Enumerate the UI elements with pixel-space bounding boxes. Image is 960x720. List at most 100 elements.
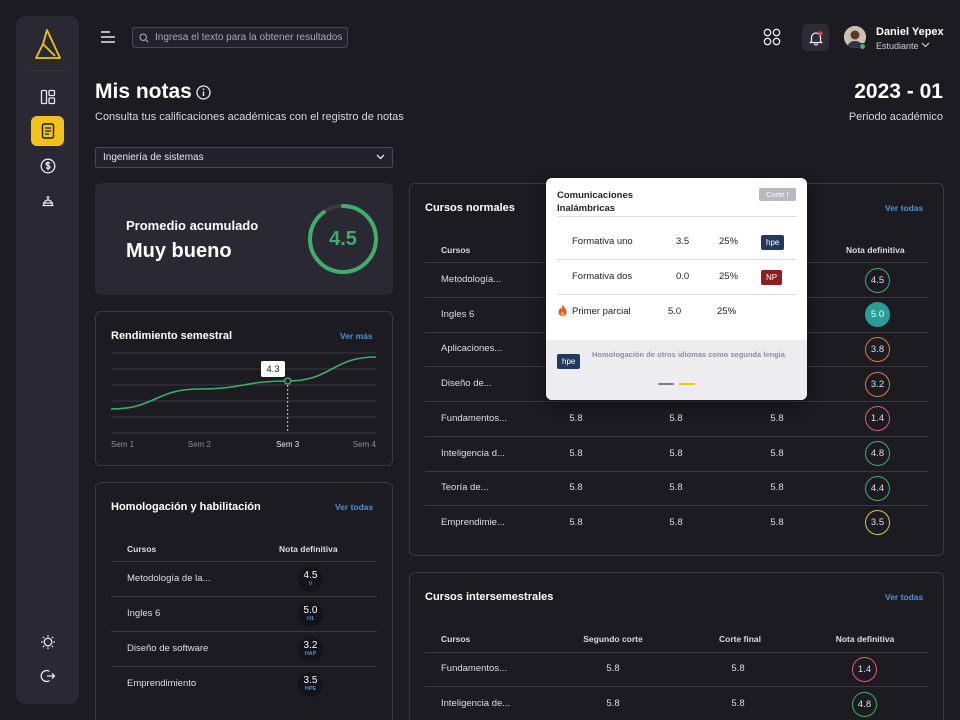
homologation-grade[interactable]: 3.5 HPE (298, 672, 323, 697)
sidebar-item-pagos[interactable] (31, 151, 64, 181)
divider (111, 596, 377, 597)
homologation-grade[interactable]: 5.0 H1 (298, 602, 323, 627)
intersem-courses-title: Cursos intersemestrales (425, 591, 554, 603)
homologation-course: Ingles 6 (127, 608, 161, 619)
homologation-course: Metodología de la... (127, 573, 211, 584)
course-name: Teoría de... (441, 482, 489, 494)
logout-button[interactable] (31, 661, 64, 691)
popup-item-grade: 5.0 (668, 306, 682, 317)
chart-tooltip-value: 4.3 (261, 361, 285, 377)
user-name: Daniel Yepex (876, 26, 944, 38)
popup-item-tag: hpe (761, 234, 785, 250)
homologation-grade[interactable]: 3.2 HAP (298, 637, 323, 662)
info-icon[interactable] (196, 85, 211, 100)
homologation-course: Emprendimiento (127, 678, 197, 689)
document-icon (41, 123, 54, 139)
sidebar-item-notas[interactable] (31, 116, 64, 146)
course-cut-grade: 5.8 (669, 412, 683, 424)
column-header: Cursos (127, 544, 157, 554)
popup-item-grade: 0.0 (676, 271, 690, 282)
fire-icon (558, 304, 567, 317)
course-detail-popup: Comunicaciones Inalámbricas Corte I Form… (546, 178, 807, 400)
course-name: Ingles 6 (441, 308, 475, 320)
program-select[interactable]: Ingeniería de sistemas (95, 147, 393, 168)
normal-courses-all-link[interactable]: Ver todas (885, 203, 923, 213)
menu-icon[interactable] (100, 30, 116, 44)
course-cut-grade: 5.8 (669, 447, 683, 459)
popup-item-name: Primer parcial (572, 306, 631, 317)
grade-tag: H1 (306, 616, 315, 622)
popup-cut-badge: Corte I (759, 188, 796, 201)
course-cut-grade: 5.8 (569, 482, 583, 494)
divider (557, 294, 797, 295)
search-icon (139, 32, 149, 43)
homologation-grade[interactable]: 4.5 V (298, 567, 323, 592)
page-subtitle: Consulta tus calificaciones académicas c… (95, 111, 404, 123)
performance-chart: Sem 1 Sem 2 Sem 3 Sem 4 (110, 352, 377, 449)
final-grade-badge[interactable]: 4.4 (865, 475, 890, 501)
divider (425, 470, 928, 472)
carousel-dot-active[interactable] (679, 383, 695, 385)
app-logo[interactable] (33, 28, 63, 62)
course-cut-grade: 5.8 (770, 482, 784, 494)
final-grade-badge[interactable]: 4.8 (852, 691, 877, 717)
course-name: Diseño de... (441, 378, 492, 390)
divider (557, 216, 797, 217)
grade-tag: HAP (304, 651, 317, 657)
search-input[interactable] (155, 32, 345, 43)
page-title: Mis notas (95, 80, 192, 103)
grade-tag: HPE (304, 686, 317, 692)
grade-value: 5.0 (303, 605, 318, 616)
popup-title: Comunicaciones Inalámbricas (557, 190, 634, 214)
sidebar-item-dashboard[interactable] (31, 82, 64, 112)
homologation-title: Homologación y habilitación (111, 501, 261, 513)
chart-tick-label: Sem 1 (111, 440, 135, 449)
homologation-all-link[interactable]: Ver todas (335, 502, 373, 512)
column-header: Segundo corte (583, 634, 643, 644)
chevron-down-icon[interactable] (921, 42, 930, 48)
course-cut-grade: 5.8 (569, 412, 583, 424)
search-bar[interactable] (132, 27, 348, 48)
chart-tick-label: Sem 4 (353, 440, 377, 449)
popup-item-weight: 25% (717, 306, 737, 317)
divider (111, 631, 377, 632)
course-cut-grade: 5.8 (606, 663, 620, 674)
sidebar-item-servicios[interactable] (31, 186, 64, 216)
final-grade-badge[interactable]: 4.5 (865, 267, 890, 293)
grade-value: 4.5 (303, 570, 318, 581)
course-cut-grade: 5.8 (770, 412, 784, 424)
theme-toggle-button[interactable] (31, 627, 64, 657)
final-grade-badge[interactable]: 3.8 (865, 336, 890, 362)
final-grade-badge[interactable]: 3.2 (865, 371, 890, 397)
column-header: Nota definitiva (835, 634, 895, 644)
divider (425, 686, 928, 687)
intersem-courses-all-link[interactable]: Ver todas (885, 592, 923, 602)
course-name: Fundamentos... (441, 412, 508, 424)
normal-courses-title: Cursos normales (425, 202, 515, 214)
course-cut-grade: 5.8 (569, 447, 583, 459)
column-header: Corte final (718, 634, 762, 644)
popup-item-weight: 25% (719, 236, 739, 247)
sidebar (16, 16, 79, 704)
chart-tick-label: Sem 2 (188, 440, 212, 449)
homologation-course: Diseño de software (127, 643, 209, 654)
divider (111, 666, 377, 667)
chart-point[interactable] (283, 377, 292, 385)
average-card: Promedio acumulado Muy bueno 4.5 (95, 183, 393, 295)
column-header: Nota definitiva (279, 544, 338, 554)
final-grade-badge[interactable]: 4.8 (865, 441, 890, 466)
average-label: Promedio acumulado (126, 218, 259, 233)
logout-icon (40, 669, 55, 683)
popup-item-name: Formativa dos (572, 271, 633, 282)
average-score: 4.5 (329, 227, 357, 250)
notifications-button[interactable] (802, 24, 829, 51)
apps-grid-icon[interactable] (763, 28, 781, 46)
course-cut-grade: 5.8 (569, 516, 583, 528)
layout-icon (40, 89, 55, 105)
carousel-dot[interactable] (658, 383, 674, 385)
popup-item-weight: 25% (719, 271, 739, 282)
popup-item-name: Formativa uno (572, 236, 633, 247)
course-name: Inteligencia de... (441, 698, 511, 709)
course-cut-grade: 5.8 (669, 482, 683, 494)
final-grade-badge[interactable]: 1.4 (852, 656, 877, 682)
